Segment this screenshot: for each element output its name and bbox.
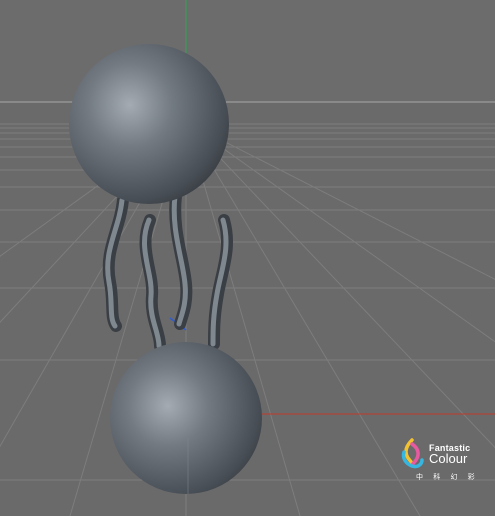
viewport-sky (0, 0, 495, 102)
brand-watermark: Fantastic Colour 中 科 幻 彩 (398, 438, 488, 488)
3d-viewport[interactable]: Fantastic Colour 中 科 幻 彩 (0, 0, 495, 516)
watermark-brand-line-2: Colour (429, 451, 468, 466)
top-sphere[interactable] (69, 44, 229, 204)
watermark-chinese-text: 中 科 幻 彩 (416, 473, 479, 481)
bottom-sphere[interactable] (110, 342, 262, 494)
fantastic-colour-logo-icon (401, 438, 424, 469)
